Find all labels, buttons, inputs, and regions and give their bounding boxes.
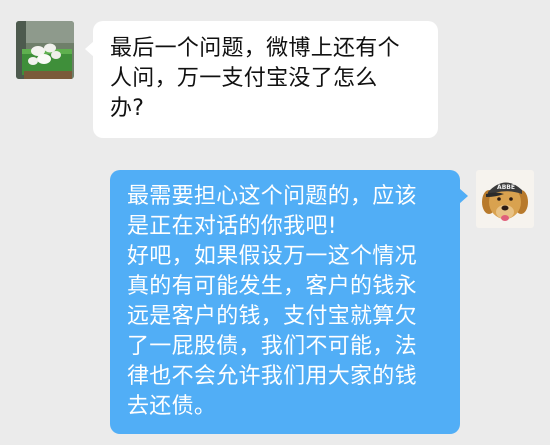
garden-eggs-avatar-icon [16,21,74,79]
sender-avatar[interactable] [16,21,74,79]
message-text-line: 最后一个问题，微博上还有个 [110,36,400,61]
self-avatar[interactable]: ABBE [476,170,534,228]
message-text-line: 办? [110,96,145,121]
message-text-line: 了一屁股债，我们不可能，法 [127,334,417,359]
message-text-line: 去还债。 [127,394,217,419]
message-text-line: 好吧，如果假设万一这个情况 [127,244,417,269]
message-text-line: 最需要担心这个问题的，应该 [127,184,417,209]
incoming-message-bubble[interactable]: 最后一个问题，微博上还有个 人问，万一支付宝没了怎么 办? [85,21,438,138]
message-text-line: 真的有可能发生，客户的钱永 [127,274,417,299]
message-text-line: 人问，万一支付宝没了怎么 [110,66,378,91]
message-text-line: 是正在对话的你我吧! [127,214,337,239]
dog-with-cap-avatar-icon: ABBE [476,170,534,228]
message-text-line: 远是客户的钱，支付宝就算欠 [127,304,417,329]
message-text-line: 律也不会允许我们用大家的钱 [127,364,417,389]
outgoing-message-bubble[interactable]: 最需要担心这个问题的，应该 是正在对话的你我吧! 好吧，如果假设万一这个情况 真… [110,170,468,434]
cap-logo-text: ABBE [497,184,515,191]
